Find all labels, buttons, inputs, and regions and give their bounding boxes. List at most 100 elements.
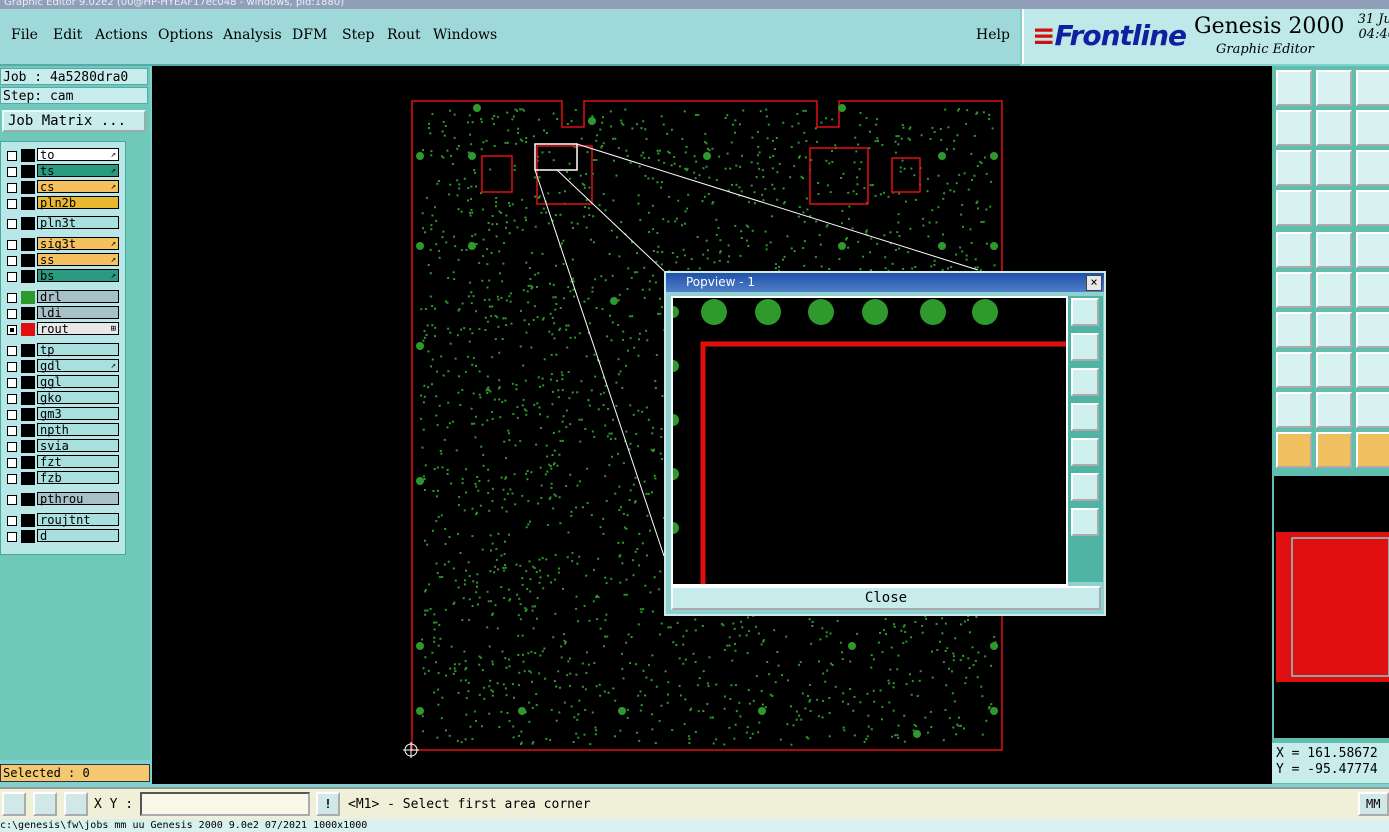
menu-step[interactable]: Step (342, 27, 374, 43)
layer-name[interactable]: drl (37, 290, 119, 304)
layer-checkbox[interactable] (7, 272, 17, 282)
home-icon[interactable] (1356, 70, 1389, 106)
close-icon[interactable]: × (1086, 275, 1102, 291)
layer-row-ss[interactable]: ss ↗ (1, 253, 123, 268)
layer-color-swatch[interactable] (21, 149, 35, 162)
alert-icon[interactable]: ! (316, 792, 340, 816)
layer-row-cs[interactable]: cs ↗ (1, 180, 123, 195)
menu-windows[interactable]: Windows (433, 27, 497, 43)
layer-name[interactable]: sig3t ↗ (37, 237, 119, 251)
center-icon[interactable] (1316, 150, 1352, 186)
layer-color-swatch[interactable] (21, 307, 35, 320)
select-net-icon[interactable] (1316, 432, 1352, 468)
menu-actions[interactable]: Actions (95, 27, 148, 43)
pan-right-icon[interactable] (1316, 110, 1352, 146)
select-ring-icon[interactable] (1356, 432, 1389, 468)
layer-color-swatch[interactable] (21, 360, 35, 373)
layer-row-drl[interactable]: drl (1, 290, 123, 305)
undo-zoom-icon[interactable] (1356, 110, 1389, 146)
zoom-fit-button[interactable] (1071, 508, 1099, 536)
layer-color-swatch[interactable] (21, 165, 35, 178)
layer-color-swatch[interactable] (21, 291, 35, 304)
layer-checkbox[interactable] (7, 442, 17, 452)
layer-row-roujtnt[interactable]: roujtnt (1, 513, 123, 528)
layer-row-gm3[interactable]: gm3 (1, 407, 123, 422)
layer-checkbox[interactable] (7, 495, 17, 505)
layer-name[interactable]: gko (37, 391, 119, 405)
layer-checkbox[interactable] (7, 458, 17, 468)
layer-color-swatch[interactable] (21, 493, 35, 506)
pan-left-button[interactable] (1071, 403, 1099, 431)
delete-icon[interactable] (1316, 272, 1352, 308)
layer-color-swatch[interactable] (21, 392, 35, 405)
layer-checkbox[interactable] (7, 325, 17, 335)
layer-checkbox[interactable] (7, 167, 17, 177)
menu-help[interactable]: Help (976, 27, 1010, 43)
ruler-icon[interactable] (1356, 232, 1389, 268)
layer-row-fzb[interactable]: fzb (1, 471, 123, 486)
layer-name[interactable]: ldi (37, 306, 119, 320)
layer-checkbox[interactable] (7, 240, 17, 250)
layer-row-pthrou[interactable]: pthrou (1, 492, 123, 507)
measure-icon[interactable] (33, 792, 57, 816)
zoom-window-button[interactable] (1071, 298, 1099, 326)
layer-name[interactable]: ggl (37, 375, 119, 389)
layer-row-d[interactable]: d (1, 529, 123, 544)
slash-icon[interactable] (1316, 312, 1352, 348)
pad-icon[interactable] (1276, 352, 1312, 388)
layer-name[interactable]: fzb (37, 471, 119, 485)
units-button[interactable]: MM (1358, 792, 1389, 816)
layer-checkbox[interactable] (7, 378, 17, 388)
layer-name[interactable]: to ↗ (37, 148, 119, 162)
move-icon[interactable] (1356, 272, 1389, 308)
layer-row-tp[interactable]: tp (1, 343, 123, 358)
pan-right-button[interactable] (1071, 438, 1099, 466)
angle-icon[interactable] (1276, 392, 1312, 428)
layer-row-ldi[interactable]: ldi (1, 306, 123, 321)
layer-row-fzt[interactable]: fzt (1, 455, 123, 470)
layer-row-to[interactable]: to ↗ (1, 148, 123, 163)
layer-color-swatch[interactable] (21, 440, 35, 453)
layer-color-swatch[interactable] (21, 217, 35, 230)
grid-icon[interactable] (64, 792, 88, 816)
layer-row-ggl[interactable]: ggl (1, 375, 123, 390)
layer-checkbox[interactable] (7, 256, 17, 266)
layer-color-swatch[interactable] (21, 376, 35, 389)
connect-icon[interactable] (1276, 272, 1312, 308)
layer-color-swatch[interactable] (21, 456, 35, 469)
pan-down-button[interactable] (1071, 368, 1099, 396)
layer-row-pln3t[interactable]: pln3t (1, 216, 123, 231)
layer-checkbox[interactable] (7, 394, 17, 404)
menu-options[interactable]: Options (158, 27, 213, 43)
layer-color-swatch[interactable] (21, 344, 35, 357)
layer-checkbox[interactable] (7, 426, 17, 436)
layer-color-swatch[interactable] (21, 238, 35, 251)
layer-name[interactable]: fzt (37, 455, 119, 469)
trace-icon[interactable] (1316, 352, 1352, 388)
layer-checkbox[interactable] (7, 362, 17, 372)
layer-color-swatch[interactable] (21, 254, 35, 267)
layer-name[interactable]: bs ↗ (37, 269, 119, 283)
layer-name[interactable]: rout ⊞ (37, 322, 119, 336)
layer-checkbox[interactable] (7, 183, 17, 193)
layer-row-gdl[interactable]: gdl ↗ (1, 359, 123, 374)
snap-icon[interactable] (2, 792, 26, 816)
layer-color-swatch[interactable] (21, 424, 35, 437)
arrow-icon[interactable] (1316, 392, 1352, 428)
layer-name[interactable]: gdl ↗ (37, 359, 119, 373)
add-line-icon[interactable] (1316, 232, 1352, 268)
select-icon[interactable] (1276, 432, 1312, 468)
menu-analysis[interactable]: Analysis (223, 27, 282, 43)
overview-map[interactable] (1274, 476, 1389, 738)
layer-color-swatch[interactable] (21, 181, 35, 194)
xy-input[interactable] (140, 792, 310, 816)
layer-color-swatch[interactable] (21, 514, 35, 527)
scale-icon[interactable] (1356, 150, 1389, 186)
probe-icon[interactable] (1316, 190, 1352, 226)
layer-row-rout[interactable]: rout ⊞ (1, 322, 123, 337)
settings-icon[interactable] (1276, 190, 1312, 226)
arrow-b-icon[interactable] (1356, 392, 1389, 428)
add-pad-icon[interactable] (1276, 232, 1312, 268)
layer-checkbox[interactable] (7, 151, 17, 161)
layer-name[interactable]: ts ↗ (37, 164, 119, 178)
